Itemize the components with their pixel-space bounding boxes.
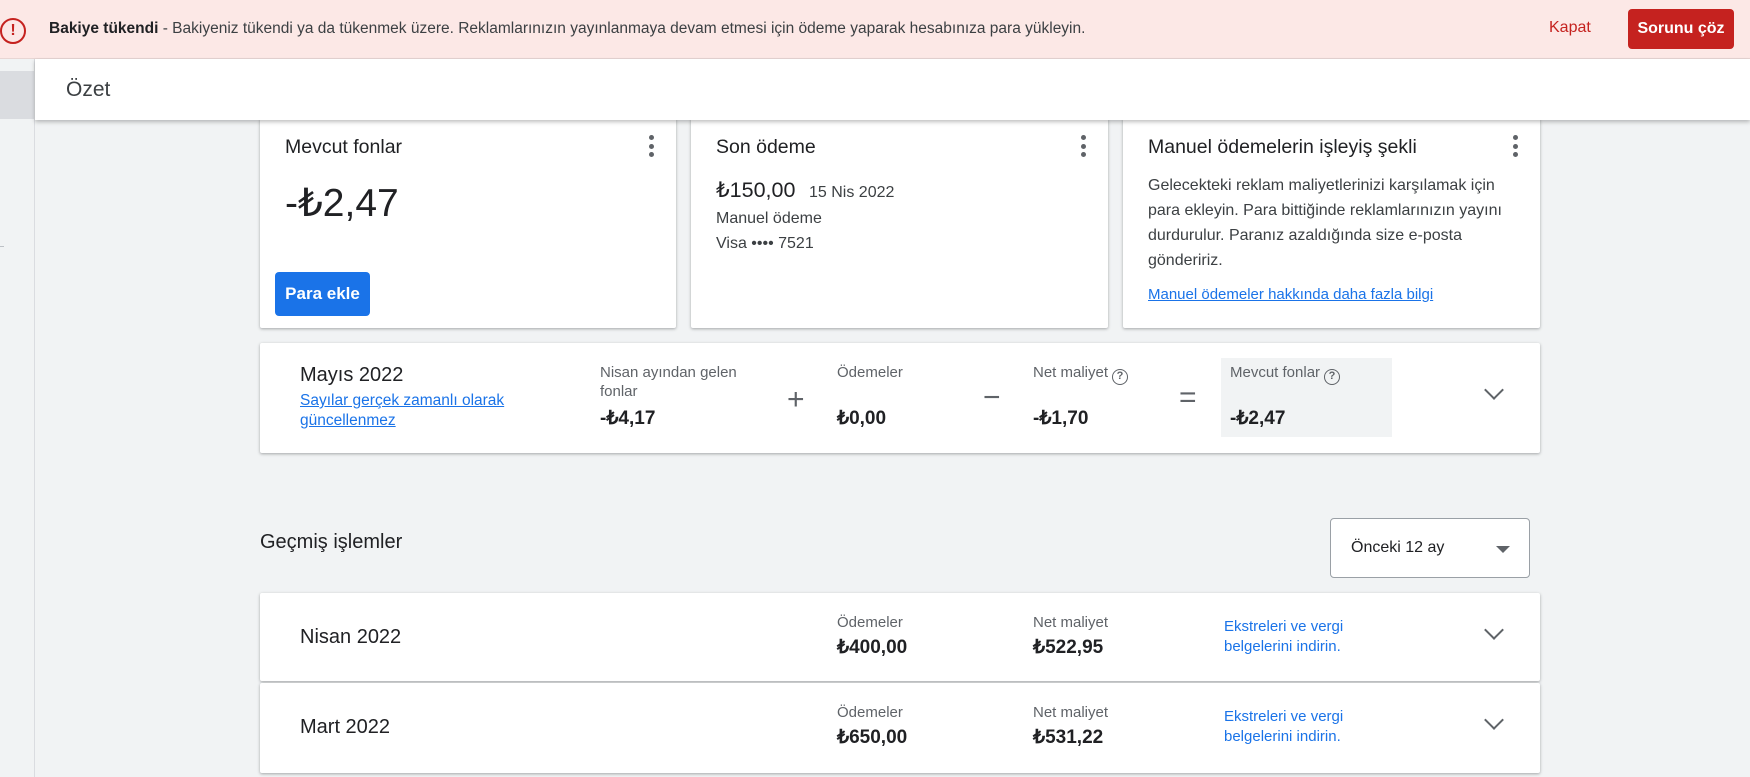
realtime-note-link[interactable]: Sayılar gerçek zamanlı olarak güncellenm…	[300, 391, 530, 431]
manual-payments-description: Gelecekteki reklam maliyetlerinizi karşı…	[1148, 177, 1502, 269]
page-title: Özet	[66, 78, 111, 101]
download-statements-link[interactable]: Ekstreleri ve vergi belgelerini indirin.	[1224, 617, 1364, 657]
history-row-month: Nisan 2022	[300, 626, 402, 648]
net-cost-label-text: Net maliyet	[1033, 364, 1109, 381]
more-vert-icon[interactable]	[1080, 135, 1086, 157]
history-payments-value: ₺650,00	[837, 727, 908, 748]
manual-payments-title: Manuel ödemelerin işleyiş şekli	[1148, 136, 1417, 158]
history-row[interactable]: Nisan 2022 Ödemeler ₺400,00 Net maliyet …	[260, 593, 1540, 681]
payments-value: ₺0,00	[837, 408, 887, 429]
expand-chevron-icon[interactable]	[1484, 620, 1504, 640]
last-payment-amount: ₺150,00	[716, 178, 796, 202]
last-payment-card: Son ödeme ₺150,00 15 Nis 2022 Manuel öde…	[691, 118, 1108, 328]
alert-message: Bakiye tükendi - Bakiyeniz tükendi ya da…	[49, 20, 1085, 38]
more-vert-icon[interactable]	[1512, 135, 1518, 157]
last-payment-method: Manuel ödeme	[716, 210, 822, 227]
expand-chevron-icon[interactable]	[1484, 380, 1504, 400]
dropdown-arrow-icon	[1496, 546, 1510, 553]
period-select-value: Önceki 12 ay	[1351, 539, 1445, 556]
available-funds-highlight: Mevcut fonlar? -₺2,47	[1221, 358, 1392, 437]
carried-funds-value: -₺4,17	[600, 408, 656, 429]
nav-item-selected[interactable]	[0, 71, 34, 119]
net-cost-label: Net maliyet?	[1033, 363, 1129, 385]
period-select[interactable]: Önceki 12 ay	[1330, 518, 1530, 578]
minus-operator: −	[983, 381, 1001, 414]
help-icon[interactable]: ?	[1324, 368, 1341, 385]
manual-payments-learn-more-link[interactable]: Manuel ödemeler hakkında daha fazla bilg…	[1148, 286, 1433, 303]
last-payment-date: 15 Nis 2022	[809, 184, 895, 201]
history-net-cost-label: Net maliyet	[1033, 614, 1109, 631]
payments-label: Ödemeler	[837, 364, 903, 381]
alert-title: Bakiye tükendi	[49, 20, 159, 37]
plus-operator: +	[787, 383, 805, 416]
nav-divider	[0, 246, 4, 247]
carried-funds-label: Nisan ayından gelen fonlar	[600, 364, 737, 400]
add-money-button[interactable]: Para ekle	[275, 272, 370, 316]
more-vert-icon[interactable]	[648, 135, 654, 157]
alert-close-button[interactable]: Kapat	[1549, 19, 1591, 37]
history-net-cost-value: ₺522,95	[1033, 637, 1104, 658]
summary-header: Özet	[35, 59, 1750, 120]
current-month-title: Mayıs 2022	[300, 364, 404, 386]
history-row-month: Mart 2022	[300, 716, 391, 738]
error-icon: !	[0, 18, 26, 44]
fix-issue-button[interactable]: Sorunu çöz	[1628, 9, 1734, 49]
left-navigation-rail	[0, 59, 35, 777]
available-funds-amount: -₺2,47	[285, 182, 399, 225]
download-statements-link[interactable]: Ekstreleri ve vergi belgelerini indirin.	[1224, 707, 1364, 747]
alert-body: - Bakiyeniz tükendi ya da tükenmek üzere…	[162, 20, 1086, 37]
available-funds-label: Mevcut fonlar?	[1230, 363, 1341, 385]
last-payment-title: Son ödeme	[716, 136, 816, 158]
history-payments-value: ₺400,00	[837, 637, 908, 658]
history-net-cost-value: ₺531,22	[1033, 727, 1104, 748]
net-cost-value: -₺1,70	[1033, 408, 1089, 429]
history-payments-label: Ödemeler	[837, 704, 903, 721]
history-payments-label: Ödemeler	[837, 614, 903, 631]
expand-chevron-icon[interactable]	[1484, 710, 1504, 730]
history-row[interactable]: Mart 2022 Ödemeler ₺650,00 Net maliyet ₺…	[260, 683, 1540, 773]
available-funds-label-text: Mevcut fonlar	[1230, 364, 1321, 381]
equals-operator: =	[1179, 381, 1197, 414]
help-icon[interactable]: ?	[1112, 368, 1129, 385]
last-payment-card-number: Visa •••• 7521	[716, 235, 814, 252]
available-funds-value: -₺2,47	[1230, 408, 1286, 429]
available-funds-card: Mevcut fonlar -₺2,47 Para ekle	[260, 118, 676, 328]
balance-alert-banner: ! Bakiye tükendi - Bakiyeniz tükendi ya …	[0, 0, 1750, 59]
manual-payments-info-card: Manuel ödemelerin işleyiş şekli Gelecekt…	[1123, 118, 1540, 328]
current-month-balance-row: Mayıs 2022 Sayılar gerçek zamanlı olarak…	[260, 343, 1540, 453]
history-net-cost-label: Net maliyet	[1033, 704, 1109, 721]
transaction-history-title: Geçmiş işlemler	[260, 531, 403, 553]
available-funds-title: Mevcut fonlar	[285, 136, 403, 158]
